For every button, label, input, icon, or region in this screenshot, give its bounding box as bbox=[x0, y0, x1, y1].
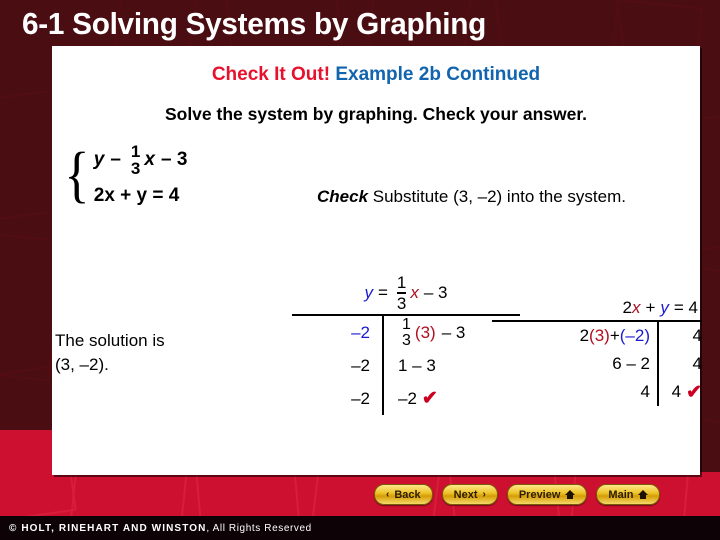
t1-right-cell-2-value: –2 bbox=[398, 388, 417, 408]
t1-left-cell-2: –2 bbox=[351, 388, 370, 408]
check-table-2-body: 2 (3) + (–2) 6 – 2 4 4 4 4 ✔ bbox=[492, 322, 702, 406]
t1-header-x: x bbox=[410, 283, 419, 302]
t1-right-tail: – 3 bbox=[441, 322, 466, 342]
back-button[interactable]: ‹ Back bbox=[374, 484, 433, 505]
copyright-text: © HOLT, RINEHART AND WINSTON, All Rights… bbox=[0, 523, 312, 534]
next-button[interactable]: Next › bbox=[441, 484, 498, 505]
check-mark-icon-1: ✔ bbox=[421, 388, 438, 409]
example-header-red: Check It Out! bbox=[211, 64, 331, 85]
copyright-caps: © HOLT, RINEHART AND WINSTON bbox=[9, 522, 207, 534]
t2-left-blue: (–2) bbox=[619, 326, 650, 345]
check-mark-icon-2: ✔ bbox=[686, 381, 702, 403]
equation-1-tail: – 3 bbox=[160, 149, 188, 170]
chevron-left-icon: ‹ bbox=[386, 488, 390, 500]
copyright-rest: , All Rights Reserved bbox=[206, 522, 312, 534]
t2-left-cell-0: 2 (3) + (–2) bbox=[580, 322, 650, 350]
check-table-1-body: –2 –2 –2 1 3 (3) – 3 1 – 3 –2 ✔ bbox=[292, 316, 520, 415]
example-header: Check It Out! Example 2b Continued bbox=[52, 64, 700, 86]
equation-1-frac-denominator: 3 bbox=[130, 159, 141, 178]
system-brace: { bbox=[64, 141, 90, 209]
t1-header-frac-num: 1 bbox=[396, 273, 407, 294]
slide-root: 6-1 Solving Systems by Graphing © HOLT, … bbox=[0, 0, 720, 540]
t2-header-plus: + bbox=[645, 298, 656, 317]
check-note-text: Substitute (3, –2) into the system. bbox=[368, 187, 626, 206]
check-note: Check Substitute (3, –2) into the system… bbox=[317, 186, 720, 209]
t2-left-mid: + bbox=[609, 326, 620, 345]
preview-button[interactable]: Preview bbox=[506, 484, 588, 505]
main-button-label: Main bbox=[608, 488, 634, 501]
navigation-bar: ‹ Back Next › Preview Main bbox=[374, 484, 661, 505]
left-red-strip bbox=[0, 430, 52, 478]
t2-header-y: y bbox=[660, 298, 669, 317]
equation-1-relation: – bbox=[110, 149, 121, 170]
equation-1: y – 1 3 x – 3 bbox=[94, 143, 188, 177]
t2-left-cell-2: 4 bbox=[640, 382, 650, 401]
equations-list: y – 1 3 x – 3 2x + y = 4 bbox=[94, 143, 188, 207]
t2-right-cell-2: 4 ✔ bbox=[672, 378, 702, 406]
instruction-text: Solve the system by graphing. Check your… bbox=[164, 104, 588, 124]
check-table-2-header: 2 x + y = 4 bbox=[492, 298, 702, 320]
t1-header-equals: = bbox=[377, 283, 388, 302]
system-of-equations: { y – 1 3 x – 3 2x + y = 4 bbox=[62, 143, 187, 207]
t1-right-cell-1: 1 – 3 bbox=[398, 355, 436, 375]
t1-right-frac-den: 3 bbox=[402, 331, 411, 349]
home-icon-main bbox=[638, 490, 649, 499]
equation-1-frac-numerator: 1 bbox=[130, 142, 141, 161]
equation-1-fraction: 1 3 bbox=[131, 143, 140, 177]
footer-bar: © HOLT, RINEHART AND WINSTON, All Rights… bbox=[0, 516, 720, 540]
t1-left-cell-1: –2 bbox=[351, 355, 370, 375]
chevron-right-icon: › bbox=[482, 488, 486, 500]
back-button-label: Back bbox=[394, 488, 421, 501]
t1-right-fraction: 1 3 bbox=[402, 315, 411, 349]
next-button-label: Next bbox=[453, 488, 478, 501]
t1-right-frac-num: 1 bbox=[402, 315, 411, 333]
t1-header-fraction: 1 3 bbox=[396, 273, 407, 313]
t1-header-frac-den: 3 bbox=[396, 294, 407, 313]
check-table-1-header: y = 1 3 x – 3 bbox=[292, 274, 520, 314]
equation-1-variable: x bbox=[144, 149, 155, 170]
t1-header-tail: – 3 bbox=[423, 283, 448, 302]
main-button[interactable]: Main bbox=[596, 484, 661, 505]
preview-button-label: Preview bbox=[518, 488, 561, 501]
t1-right-cell-0: 1 3 (3) – 3 bbox=[398, 316, 465, 349]
equation-2: 2x + y = 4 bbox=[94, 185, 188, 207]
t2-left-pre: 2 bbox=[579, 326, 590, 345]
check-table-equation-2: 2 x + y = 4 2 (3) + (–2) 6 – 2 4 4 4 4 ✔ bbox=[492, 298, 702, 406]
check-table-equation-1: y = 1 3 x – 3 –2 –2 –2 1 3 (3) – 3 1 – 3… bbox=[292, 274, 520, 415]
check-table-2-right-column: 4 4 4 ✔ bbox=[659, 322, 702, 406]
example-header-blue: Example 2b Continued bbox=[330, 64, 541, 85]
t2-right-cell-2-value: 4 bbox=[671, 382, 682, 401]
equation-2-text: 2x + y = 4 bbox=[93, 185, 180, 206]
t2-right-cell-0: 4 bbox=[692, 326, 702, 345]
solution-text: The solution is (3, –2). bbox=[55, 331, 165, 374]
page-title: 6-1 Solving Systems by Graphing bbox=[22, 6, 487, 41]
check-keyword: Check bbox=[317, 187, 369, 206]
t2-header-equals: = 4 bbox=[673, 298, 698, 317]
t2-right-cell-1: 4 bbox=[692, 354, 702, 373]
t1-left-cell-0: –2 bbox=[351, 322, 370, 342]
t2-header-x: x bbox=[631, 298, 641, 317]
t2-header-coef: 2 bbox=[622, 298, 632, 317]
t2-left-cell-1: 6 – 2 bbox=[612, 354, 650, 373]
t1-right-substitution: (3) bbox=[414, 322, 436, 342]
t1-header-y: y bbox=[364, 283, 373, 302]
t2-left-red: (3) bbox=[589, 326, 610, 345]
home-icon-preview bbox=[565, 490, 576, 499]
check-table-2-left-column: 2 (3) + (–2) 6 – 2 4 bbox=[492, 322, 657, 406]
t1-right-cell-2: –2 ✔ bbox=[398, 382, 438, 415]
content-panel: Check It Out! Example 2b Continued Solve… bbox=[52, 46, 702, 475]
check-table-1-left-column: –2 –2 –2 bbox=[292, 316, 382, 415]
equation-1-lhs: y bbox=[93, 149, 105, 170]
